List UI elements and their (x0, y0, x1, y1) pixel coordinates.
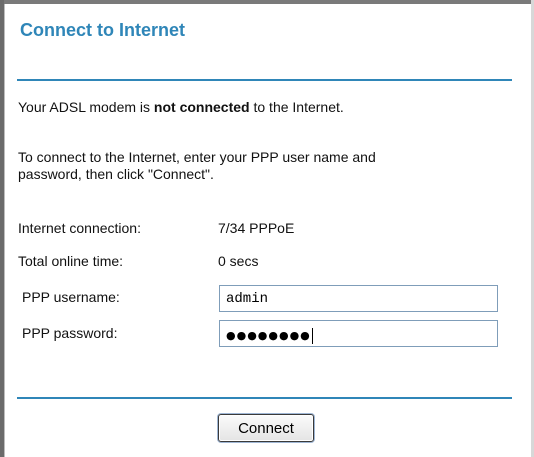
frame-border-top (0, 0, 534, 4)
total-online-time-value: 0 secs (218, 253, 259, 269)
ppp-password-label: PPP password: (22, 325, 118, 341)
instructions-line-2: password, then click "Connect". (18, 166, 214, 182)
internet-connection-label: Internet connection: (18, 220, 141, 236)
total-online-time-label: Total online time: (18, 253, 124, 269)
connect-button[interactable]: Connect (218, 414, 314, 442)
ppp-password-input[interactable]: ●●●●●●●● (219, 320, 498, 347)
connection-status-message: Your ADSL modem is not connected to the … (18, 99, 344, 115)
ppp-password-masked-value: ●●●●●●●● (226, 329, 311, 342)
header-divider (17, 79, 512, 81)
page-frame: Connect to Internet Your ADSL modem is n… (0, 0, 534, 457)
ppp-username-value: admin (226, 291, 269, 307)
footer-divider (17, 397, 512, 399)
status-prefix: Your ADSL modem is (18, 99, 154, 115)
status-emphasis: not connected (153, 99, 250, 115)
ppp-username-label: PPP username: (22, 289, 120, 305)
page-title: Connect to Internet (20, 20, 185, 40)
instructions-line-1: To connect to the Internet, enter your P… (18, 149, 376, 165)
text-caret (311, 328, 313, 344)
frame-border-inner (4, 4, 5, 457)
instructions: To connect to the Internet, enter your P… (18, 149, 488, 183)
status-suffix: to the Internet. (249, 99, 344, 115)
internet-connection-value: 7/34 PPPoE (218, 220, 295, 236)
ppp-username-input[interactable]: admin (219, 285, 498, 312)
